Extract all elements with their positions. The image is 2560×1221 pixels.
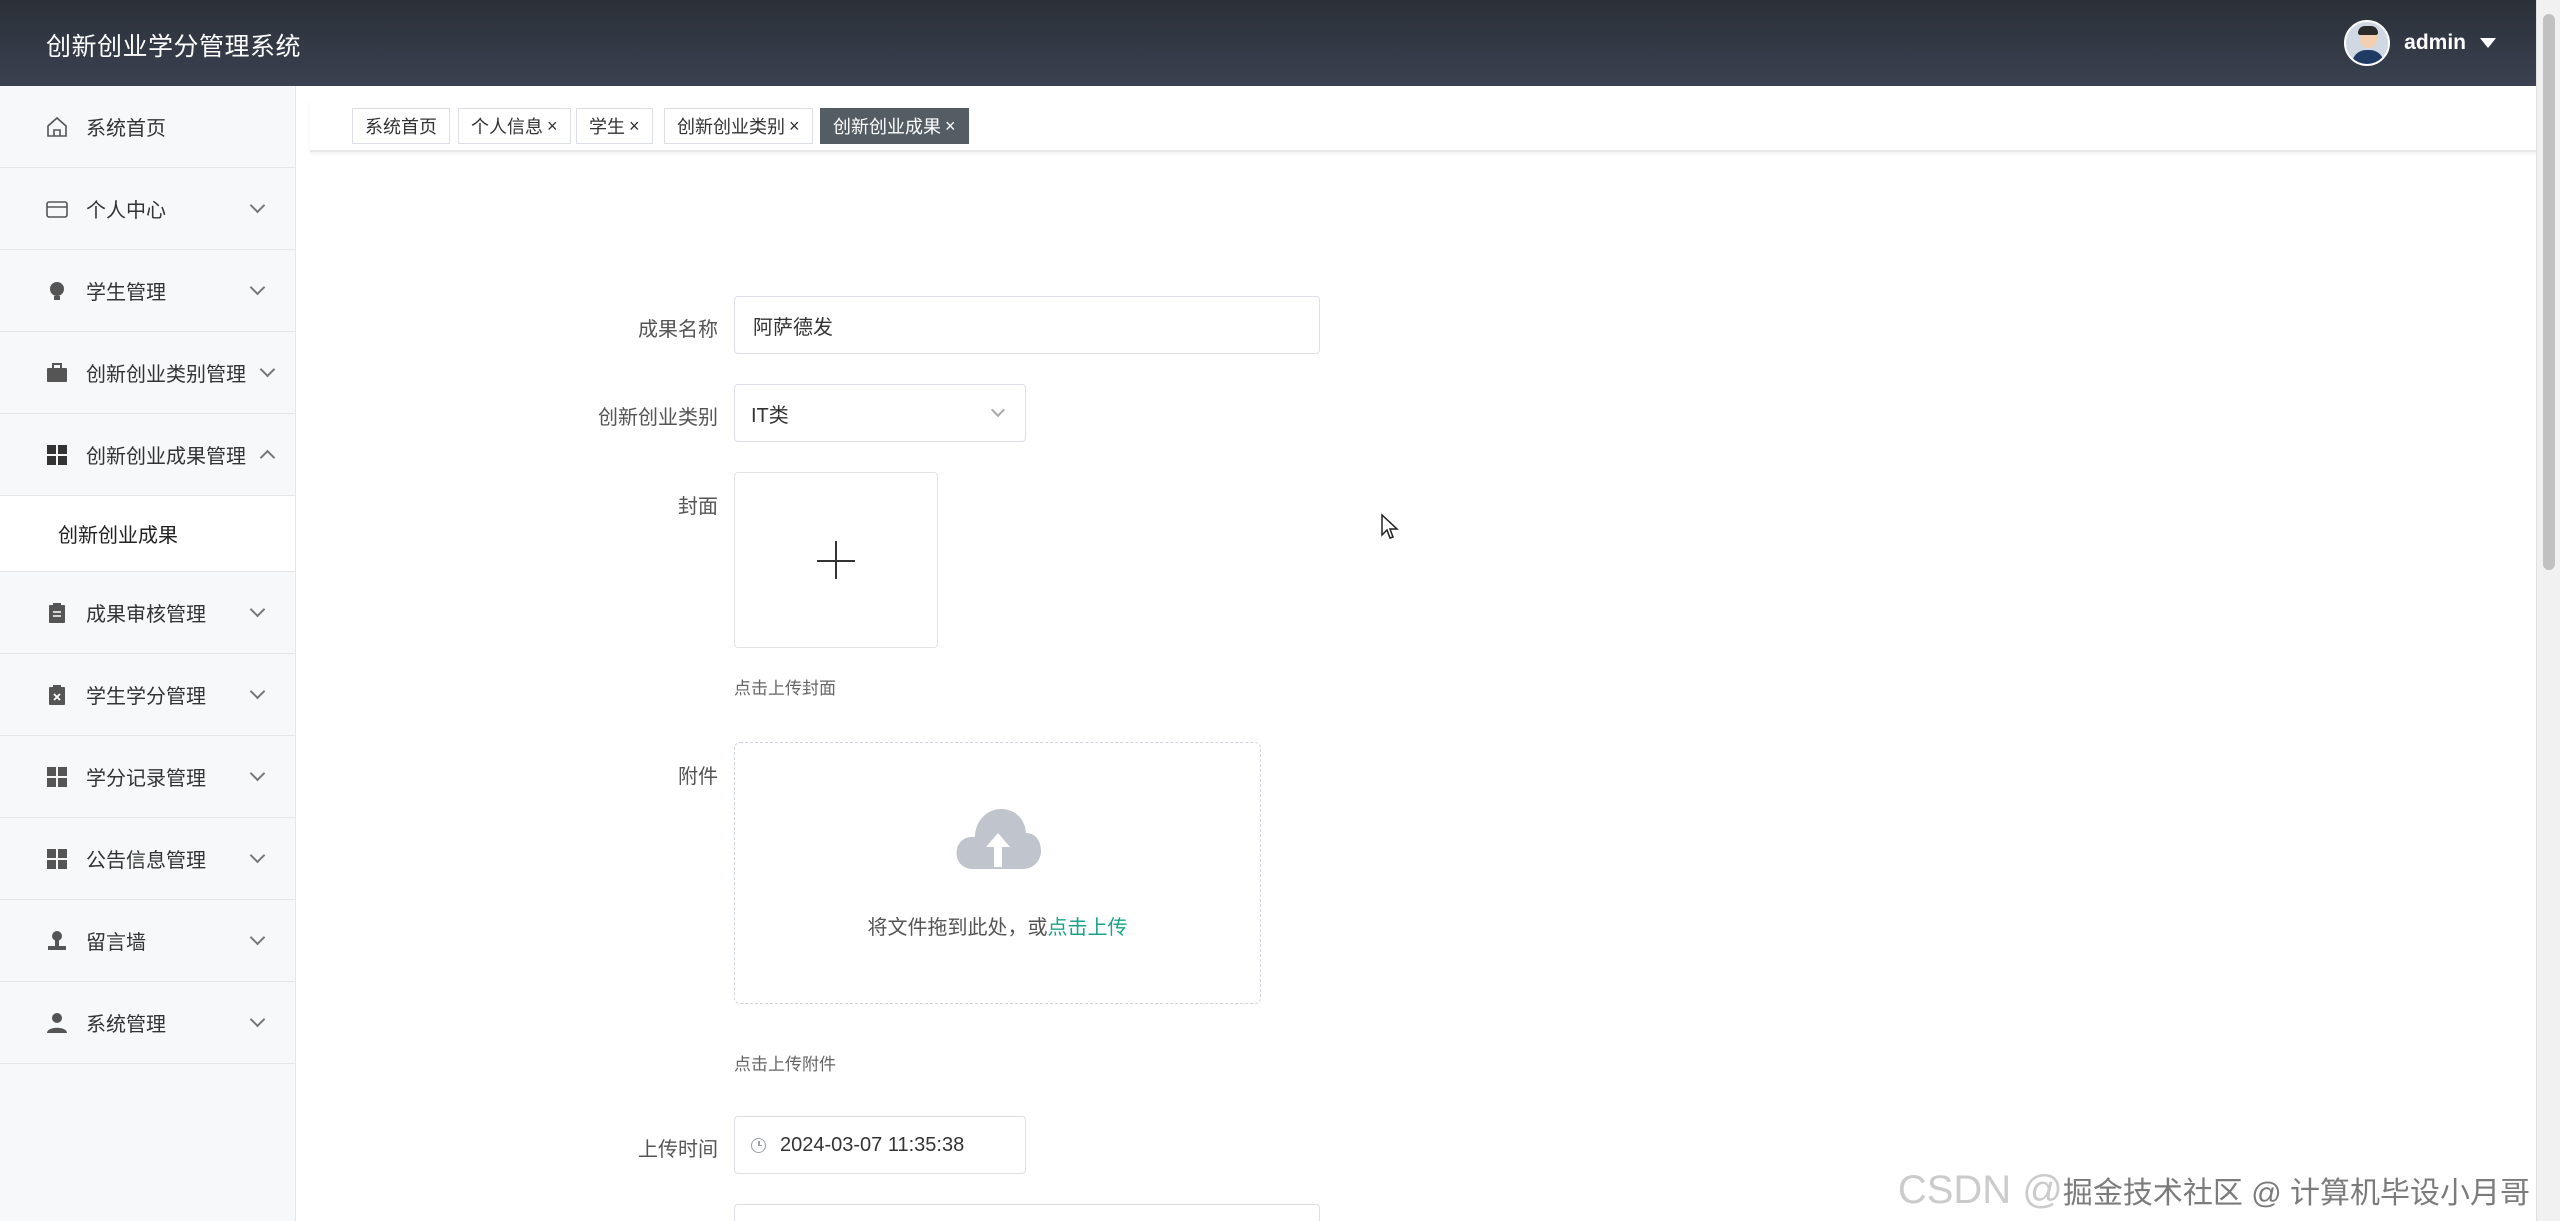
upload-time-label: 上传时间 — [638, 1139, 718, 1161]
submenu-item-achievement[interactable]: 创新创业成果 — [0, 496, 295, 572]
sidebar: 系统首页 个人中心 学生管理 创新创业类别管理 创新创业成果管理 创新创业成果 — [0, 86, 296, 1221]
upload-time-value: 2024-03-07 11:35:38 — [780, 1133, 965, 1156]
sidebar-item-label: 创新创业类别管理 — [86, 364, 246, 386]
tabs-bar: 系统首页 个人信息 × 学生 × 创新创业类别 × 创新创业成果 × — [310, 100, 2540, 152]
sidebar-item-label: 留言墙 — [86, 932, 146, 954]
close-icon[interactable]: × — [629, 116, 640, 137]
chevron-down-icon — [249, 601, 266, 618]
chevron-down-icon — [990, 402, 1006, 418]
tab-home[interactable]: 系统首页 — [352, 108, 450, 144]
sidebar-item-achievement[interactable]: 创新创业成果管理 — [0, 414, 295, 496]
briefcase-icon — [44, 360, 70, 386]
mouse-cursor-icon — [1381, 513, 1399, 539]
tab-achievement[interactable]: 创新创业成果 × — [820, 108, 969, 144]
watermark-main: CSDN @ — [1897, 1168, 2063, 1212]
tab-label: 学生 — [589, 117, 625, 137]
sidebar-item-message-wall[interactable]: 留言墙 — [0, 900, 295, 982]
user-menu[interactable]: admin — [2344, 20, 2496, 66]
card-icon — [44, 196, 70, 222]
tab-label: 创新创业类别 — [677, 117, 785, 137]
next-field-input[interactable] — [734, 1204, 1320, 1221]
chevron-down-icon — [249, 683, 266, 700]
category-select[interactable]: IT类 — [734, 384, 1026, 442]
tab-student[interactable]: 学生 × — [576, 108, 653, 144]
sidebar-item-notices[interactable]: 公告信息管理 — [0, 818, 295, 900]
drop-text: 将文件拖到此处，或 — [867, 917, 1048, 939]
top-header: 创新创业学分管理系统 admin — [0, 0, 2536, 86]
sidebar-item-credits[interactable]: 学生学分管理 — [0, 654, 295, 736]
upload-time-picker[interactable]: 2024-03-07 11:35:38 — [734, 1116, 1026, 1174]
category-value: IT类 — [751, 404, 789, 427]
chevron-down-icon — [249, 1011, 266, 1028]
sidebar-item-category[interactable]: 创新创业类别管理 — [0, 332, 295, 414]
clock-icon — [751, 1137, 766, 1153]
chevron-down-icon — [249, 279, 266, 296]
tab-category[interactable]: 创新创业类别 × — [664, 108, 813, 144]
sidebar-item-credit-records[interactable]: 学分记录管理 — [0, 736, 295, 818]
achievement-name-input[interactable]: 阿萨德发 — [734, 296, 1320, 354]
close-icon[interactable]: × — [789, 116, 800, 137]
clipboard-x-icon — [44, 682, 70, 708]
chevron-down-icon — [249, 929, 266, 946]
bulb-icon — [44, 278, 70, 304]
name-label: 成果名称 — [638, 319, 718, 341]
sidebar-item-home[interactable]: 系统首页 — [0, 86, 295, 168]
watermark-sub: 掘金技术社区 @ 计算机毕设小月哥 — [2062, 1177, 2530, 1210]
app-title: 创新创业学分管理系统 — [46, 33, 302, 61]
cloud-upload-icon — [956, 809, 1041, 869]
close-icon[interactable]: × — [547, 116, 558, 137]
chevron-down-icon — [249, 197, 266, 214]
grid-icon — [44, 846, 70, 872]
stamp-icon — [44, 928, 70, 954]
cover-label: 封面 — [678, 496, 718, 518]
sidebar-item-label: 个人中心 — [86, 200, 166, 222]
drop-instructions: 将文件拖到此处，或点击上传 — [735, 911, 1260, 940]
tab-label: 创新创业成果 — [833, 117, 941, 137]
sidebar-item-label: 学生学分管理 — [86, 686, 206, 708]
sidebar-item-review[interactable]: 成果审核管理 — [0, 572, 295, 654]
scrollbar-thumb[interactable] — [2543, 14, 2555, 570]
username: admin — [2404, 31, 2466, 54]
clipboard-icon — [44, 600, 70, 626]
caret-down-icon — [2480, 38, 2496, 48]
grid-icon — [44, 764, 70, 790]
avatar — [2344, 20, 2391, 66]
watermark: CSDN @掘金技术社区 @ 计算机毕设小月哥 — [1898, 1168, 2530, 1213]
vertical-scrollbar[interactable] — [2536, 0, 2560, 1221]
sidebar-item-label: 系统首页 — [86, 118, 166, 140]
cover-upload[interactable] — [734, 472, 938, 648]
close-icon[interactable]: × — [945, 116, 956, 137]
sidebar-item-system[interactable]: 系统管理 — [0, 982, 295, 1064]
chevron-up-icon — [259, 449, 276, 466]
chevron-down-icon — [249, 847, 266, 864]
sidebar-item-label: 公告信息管理 — [86, 850, 206, 872]
tab-label: 个人信息 — [471, 117, 543, 137]
tab-personal-info[interactable]: 个人信息 × — [458, 108, 571, 144]
submenu-item-label: 创新创业成果 — [58, 525, 178, 547]
grid-icon — [44, 442, 70, 468]
sidebar-item-personal[interactable]: 个人中心 — [0, 168, 295, 250]
name-value: 阿萨德发 — [753, 316, 833, 339]
user-icon — [44, 1010, 70, 1036]
cover-hint: 点击上传封面 — [734, 679, 836, 698]
chevron-down-icon — [249, 765, 266, 782]
category-label: 创新创业类别 — [598, 407, 718, 429]
chevron-down-icon — [259, 361, 276, 378]
attachment-drop-zone[interactable]: 将文件拖到此处，或点击上传 — [734, 742, 1261, 1004]
attachment-label: 附件 — [678, 766, 718, 788]
sidebar-item-label: 学分记录管理 — [86, 768, 206, 790]
sidebar-item-label: 学生管理 — [86, 282, 166, 304]
home-icon — [44, 114, 70, 140]
attachment-hint: 点击上传附件 — [734, 1055, 836, 1074]
sidebar-item-label: 创新创业成果管理 — [86, 446, 246, 468]
sidebar-item-label: 成果审核管理 — [86, 604, 206, 626]
click-upload-link[interactable]: 点击上传 — [1048, 917, 1128, 939]
tab-label: 系统首页 — [365, 117, 437, 137]
sidebar-item-students[interactable]: 学生管理 — [0, 250, 295, 332]
sidebar-item-label: 系统管理 — [86, 1014, 166, 1036]
